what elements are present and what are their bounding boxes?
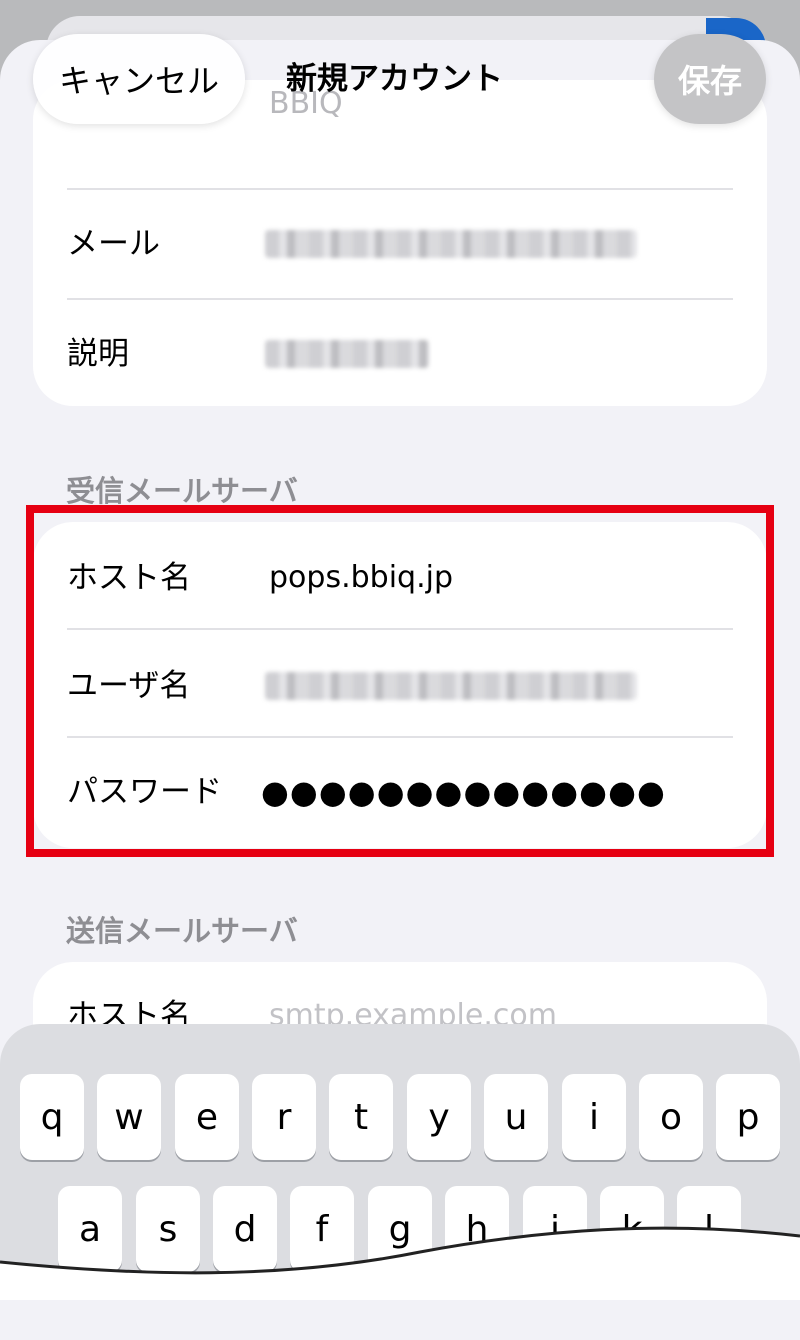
save-button[interactable]: 保存 xyxy=(654,34,766,124)
cancel-button-label: キャンセル xyxy=(58,62,219,100)
key-t[interactable]: t xyxy=(329,1074,393,1160)
key-e[interactable]: e xyxy=(175,1074,239,1160)
page-title: 新規アカウント xyxy=(286,61,503,97)
description-value-redacted xyxy=(265,340,429,368)
navigation-bar: キャンセル 新規アカウント 保存 xyxy=(0,34,800,126)
description-row[interactable]: 説明 xyxy=(33,300,767,408)
cancel-button[interactable]: キャンセル xyxy=(33,34,245,124)
wavy-cut-edge xyxy=(0,1226,800,1300)
incoming-server-highlight xyxy=(26,505,774,857)
key-p[interactable]: p xyxy=(716,1074,780,1160)
key-u[interactable]: u xyxy=(484,1074,548,1160)
incoming-section-title: 受信メールサーバ xyxy=(66,474,298,508)
key-i[interactable]: i xyxy=(562,1074,626,1160)
mail-value-redacted xyxy=(265,230,637,258)
mail-row[interactable]: メール xyxy=(33,190,767,298)
key-q[interactable]: q xyxy=(20,1074,84,1160)
key-w[interactable]: w xyxy=(97,1074,161,1160)
key-r[interactable]: r xyxy=(252,1074,316,1160)
key-o[interactable]: o xyxy=(639,1074,703,1160)
mail-label: メール xyxy=(67,226,160,262)
description-label: 説明 xyxy=(67,336,129,372)
save-button-label: 保存 xyxy=(677,62,742,100)
outgoing-section-title: 送信メールサーバ xyxy=(66,914,298,948)
key-y[interactable]: y xyxy=(407,1074,471,1160)
account-card: BBIQ メール 説明 xyxy=(33,80,767,406)
